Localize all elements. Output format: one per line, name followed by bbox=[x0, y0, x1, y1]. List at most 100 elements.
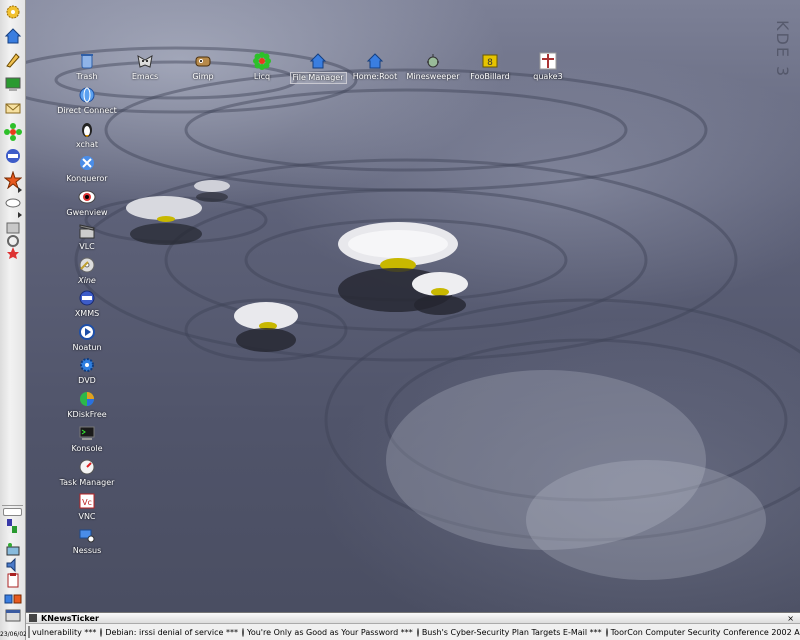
ticker-close-button[interactable]: × bbox=[787, 614, 794, 623]
nessus-label: Nessus bbox=[72, 546, 102, 555]
terminal-icon bbox=[5, 77, 21, 91]
xmms-icon bbox=[79, 290, 95, 306]
minesweeper-icon-item[interactable]: Minesweeper bbox=[401, 52, 465, 84]
xchat-label: xchat bbox=[75, 140, 99, 149]
dvd-label: DVD bbox=[78, 376, 96, 385]
xmms-launcher[interactable] bbox=[3, 146, 23, 166]
mail-launcher[interactable] bbox=[3, 98, 23, 118]
file-manager-label: File Manager bbox=[289, 72, 347, 84]
taskbar-window-button[interactable] bbox=[3, 606, 23, 626]
dvd-icon-item[interactable]: DVD bbox=[55, 356, 119, 388]
klipper-applet[interactable] bbox=[3, 570, 23, 590]
headline[interactable]: Bush's Cyber-Security Plan Targets E-Mai… bbox=[422, 628, 602, 637]
gimp-icon-item[interactable]: Gimp bbox=[171, 52, 235, 84]
headline[interactable]: ToorCon Computer Security Conference 200… bbox=[611, 628, 800, 637]
xmms-label: XMMS bbox=[74, 309, 100, 318]
nessus-icon-item[interactable]: Nessus bbox=[55, 526, 119, 558]
xine-icon-item[interactable]: Xine bbox=[55, 256, 119, 288]
pie-icon bbox=[80, 392, 94, 406]
expand-arrow-icon[interactable] bbox=[18, 212, 22, 218]
konqueror-label: Konqueror bbox=[66, 174, 108, 183]
desktop-switcher[interactable] bbox=[3, 193, 23, 213]
clipboard-icon bbox=[7, 573, 19, 588]
vlc-icon-item[interactable]: VLC bbox=[55, 222, 119, 254]
noatun-label: Noatun bbox=[72, 343, 102, 352]
lock-icon bbox=[4, 594, 22, 604]
panel-clock[interactable]: 23/06/02 bbox=[0, 631, 27, 639]
home-root-icon-item[interactable]: Home:Root bbox=[343, 52, 407, 84]
terminal-icon bbox=[79, 426, 95, 440]
headline[interactable]: You're Only as Good as Your Password *** bbox=[247, 628, 413, 637]
emacs-icon-item[interactable]: Emacs bbox=[113, 52, 177, 84]
applet-3[interactable] bbox=[3, 243, 23, 263]
pager-desktop-1[interactable] bbox=[3, 508, 22, 516]
bookmark-star-icon bbox=[7, 247, 19, 259]
kde-gear-icon bbox=[6, 5, 20, 19]
headline[interactable]: Debian: irssi denial of service *** bbox=[105, 628, 238, 637]
pencil-icon bbox=[6, 53, 20, 68]
noatun-icon-item[interactable]: Noatun bbox=[55, 323, 119, 355]
gear-icon bbox=[80, 358, 94, 372]
vnc-icon-item[interactable]: Vc VNC bbox=[55, 492, 119, 524]
task-manager-label: Task Manager bbox=[59, 478, 115, 487]
trash-label: Trash bbox=[76, 72, 98, 81]
window-icon bbox=[5, 609, 21, 622]
news-source-icon bbox=[416, 627, 419, 637]
quake3-icon-item[interactable]: quake3 bbox=[516, 52, 580, 84]
daisy-wallpaper bbox=[26, 46, 800, 580]
quake-icon bbox=[539, 52, 557, 70]
xchat-icon-item[interactable]: xchat bbox=[55, 120, 119, 152]
direct-connect-label: Direct Connect bbox=[57, 106, 117, 115]
ticker-titlebar: KNewsTicker × bbox=[26, 613, 800, 624]
desktop-toggle-icon bbox=[5, 198, 21, 208]
kde-menu-button[interactable] bbox=[3, 2, 23, 22]
play-icon bbox=[79, 324, 95, 340]
kdiskfree-label: KDiskFree bbox=[67, 410, 107, 419]
news-source-icon bbox=[100, 627, 103, 637]
licq-launcher[interactable] bbox=[3, 122, 23, 142]
svg-text:Vc: Vc bbox=[82, 498, 92, 507]
gwenview-icon-item[interactable]: Gwenview bbox=[55, 188, 119, 220]
ticker-headline-strip[interactable]: vulnerability *** Debian: irssi denial o… bbox=[26, 624, 800, 640]
penguin-icon bbox=[82, 123, 92, 137]
lock-logout-applet[interactable] bbox=[3, 588, 23, 608]
konsole-icon-item[interactable]: Konsole bbox=[55, 424, 119, 456]
flower-icon bbox=[253, 52, 271, 70]
licq-icon-item[interactable]: Licq bbox=[230, 52, 294, 84]
home-launcher[interactable] bbox=[3, 26, 23, 46]
foobillard-label: FooBillard bbox=[470, 72, 510, 81]
news-source-icon bbox=[605, 627, 608, 637]
xmms-icon bbox=[6, 149, 20, 163]
trash-icon bbox=[81, 54, 93, 69]
konqueror-icon bbox=[80, 156, 94, 170]
house-icon bbox=[309, 53, 327, 69]
gwenview-label: Gwenview bbox=[66, 208, 108, 217]
licq-label: Licq bbox=[253, 72, 271, 81]
direct-connect-icon-item[interactable]: Direct Connect bbox=[55, 86, 119, 118]
headline[interactable]: vulnerability *** bbox=[32, 628, 96, 637]
kdiskfree-icon-item[interactable]: KDiskFree bbox=[55, 390, 119, 422]
terminal-launcher[interactable] bbox=[3, 74, 23, 94]
editor-launcher[interactable] bbox=[3, 50, 23, 70]
color-applet[interactable] bbox=[3, 516, 23, 536]
foobillard-icon-item[interactable]: 8 FooBillard bbox=[458, 52, 522, 84]
desktop-background[interactable]: KDE 3 Trash Emacs Gimp Licq File Manager… bbox=[26, 0, 800, 612]
ticker-title: KNewsTicker bbox=[41, 613, 99, 623]
gauge-icon bbox=[79, 459, 95, 475]
svg-text:8: 8 bbox=[487, 58, 493, 68]
kde-watermark: KDE 3 bbox=[773, 20, 792, 79]
house-icon bbox=[4, 28, 22, 44]
disc-icon bbox=[79, 257, 95, 273]
trash-icon-item[interactable]: Trash bbox=[55, 52, 119, 84]
ticker-app-icon bbox=[29, 614, 37, 622]
knewsticker-panel: KNewsTicker × vulnerability *** Debian: … bbox=[26, 612, 800, 640]
konqueror-icon-item[interactable]: Konqueror bbox=[55, 154, 119, 186]
ticker-drag-handle[interactable] bbox=[28, 626, 30, 638]
mine-icon bbox=[427, 54, 439, 68]
xmms-icon-item[interactable]: XMMS bbox=[55, 289, 119, 321]
nessus-icon bbox=[79, 529, 95, 543]
task-manager-icon-item[interactable]: Task Manager bbox=[55, 458, 119, 490]
file-manager-icon-item[interactable]: File Manager bbox=[286, 52, 350, 84]
news-source-icon bbox=[242, 627, 244, 637]
gimp-label: Gimp bbox=[192, 72, 214, 81]
